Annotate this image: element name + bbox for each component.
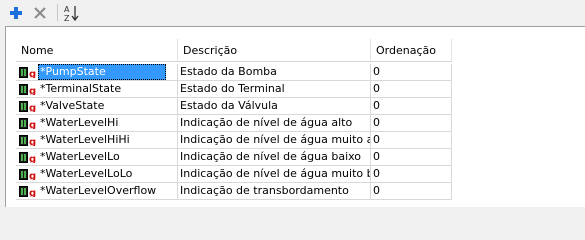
tag-description: Indicação de nível de água alto bbox=[180, 116, 353, 129]
order-cell[interactable]: 0 bbox=[371, 81, 452, 98]
order-cell[interactable]: 0 bbox=[371, 115, 452, 132]
tag-icon: g bbox=[19, 169, 36, 180]
sort-button[interactable]: A Z bbox=[62, 3, 82, 23]
table-row[interactable]: g *ValveState Estado da Válvula 0 bbox=[16, 98, 452, 115]
svg-text:g: g bbox=[29, 137, 36, 146]
sort-az-icon: A Z bbox=[64, 5, 79, 22]
tag-name: *WaterLevelLoLo bbox=[40, 167, 133, 180]
tag-order: 0 bbox=[373, 167, 380, 180]
column-header-order[interactable]: Ordenação bbox=[371, 39, 452, 62]
tag-icon: g bbox=[19, 67, 36, 78]
tag-order: 0 bbox=[373, 133, 380, 146]
tag-name: *WaterLevelHi bbox=[40, 116, 119, 129]
tag-icon: g bbox=[19, 152, 36, 163]
description-cell[interactable]: Indicação de nível de água baixo bbox=[178, 149, 371, 166]
description-cell[interactable]: Indicação de transbordamento bbox=[178, 183, 371, 200]
description-cell[interactable]: Estado da Bomba bbox=[178, 64, 371, 81]
table-row[interactable]: g *WaterLevelHi Indicação de nível de água… bbox=[16, 115, 452, 132]
add-button[interactable] bbox=[6, 3, 26, 23]
svg-text:g: g bbox=[29, 120, 36, 129]
tag-description: Indicação de nível de água muito baixo bbox=[180, 167, 370, 180]
order-cell[interactable]: 0 bbox=[371, 183, 452, 200]
tag-order: 0 bbox=[373, 99, 380, 112]
name-cell[interactable]: g *WaterLevelLoLo bbox=[16, 166, 178, 183]
grid-header: Nome Descrição Ordenação bbox=[16, 39, 452, 63]
tag-description: Indicação de nível de água muito alto bbox=[180, 133, 371, 146]
name-cell[interactable]: g *WaterLevelLo bbox=[16, 149, 178, 166]
tag-order: 0 bbox=[373, 184, 380, 197]
name-cell[interactable]: g *WaterLevelHiHi bbox=[16, 132, 178, 149]
tag-order: 0 bbox=[373, 116, 380, 129]
description-cell[interactable]: Estado da Válvula bbox=[178, 98, 371, 115]
order-cell[interactable]: 0 bbox=[371, 149, 452, 166]
x-icon bbox=[34, 7, 46, 19]
order-cell[interactable]: 0 bbox=[371, 132, 452, 149]
table-row[interactable]: g *PumpState Estado da Bomba 0 bbox=[16, 64, 452, 81]
tag-name: *WaterLevelHiHi bbox=[40, 133, 130, 146]
description-cell[interactable]: Indicação de nível de água alto bbox=[178, 115, 371, 132]
tag-name: *PumpState bbox=[38, 64, 166, 80]
remove-button[interactable] bbox=[30, 3, 50, 23]
tag-icon: g bbox=[19, 186, 36, 197]
table-row[interactable]: g *WaterLevelHiHi Indicação de nível de ág… bbox=[16, 132, 452, 149]
tag-order: 0 bbox=[373, 150, 380, 163]
svg-text:A: A bbox=[64, 5, 70, 14]
description-cell[interactable]: Indicação de nível de água muito baixo bbox=[178, 166, 371, 183]
svg-text:g: g bbox=[29, 69, 36, 78]
tag-description: Estado do Terminal bbox=[180, 82, 285, 95]
svg-text:g: g bbox=[29, 188, 36, 197]
description-cell[interactable]: Estado do Terminal bbox=[178, 81, 371, 98]
tag-name: *WaterLevelLo bbox=[40, 150, 120, 163]
column-header-name[interactable]: Nome bbox=[16, 39, 178, 62]
order-cell[interactable]: 0 bbox=[371, 166, 452, 183]
tag-order: 0 bbox=[373, 65, 380, 78]
table-row[interactable]: g *WaterLevelLo Indicação de nível de água… bbox=[16, 149, 452, 166]
table-row[interactable]: g *WaterLevelLoLo Indicação de nível de ág… bbox=[16, 166, 452, 183]
table-row[interactable]: g *WaterLevelOverflow Indicação de transbo… bbox=[16, 183, 452, 200]
svg-text:g: g bbox=[29, 86, 36, 95]
tag-name: *ValveState bbox=[40, 99, 105, 112]
tag-icon: g bbox=[19, 84, 36, 95]
name-cell[interactable]: g *WaterLevelHi bbox=[16, 115, 178, 132]
tag-description: Indicação de transbordamento bbox=[180, 184, 349, 197]
toolbar: A Z bbox=[0, 0, 585, 26]
tag-description: Estado da Bomba bbox=[180, 65, 277, 78]
order-cell[interactable]: 0 bbox=[371, 98, 452, 115]
svg-text:g: g bbox=[29, 171, 36, 180]
tag-icon: g bbox=[19, 118, 36, 129]
svg-text:Z: Z bbox=[64, 14, 70, 22]
tag-icon: g bbox=[19, 101, 36, 112]
tag-name: *WaterLevelOverflow bbox=[40, 184, 157, 197]
order-cell[interactable]: 0 bbox=[371, 64, 452, 81]
name-cell[interactable]: g *ValveState bbox=[16, 98, 178, 115]
tag-description: Indicação de nível de água baixo bbox=[180, 150, 362, 163]
name-cell[interactable]: g *WaterLevelOverflow bbox=[16, 183, 178, 200]
tag-icon: g bbox=[19, 135, 36, 146]
svg-text:g: g bbox=[29, 103, 36, 112]
tag-order: 0 bbox=[373, 82, 380, 95]
toolbar-separator bbox=[57, 4, 58, 21]
tag-description: Estado da Válvula bbox=[180, 99, 278, 112]
table-row[interactable]: g *TerminalState Estado do Terminal 0 bbox=[16, 81, 452, 98]
description-cell[interactable]: Indicação de nível de água muito alto bbox=[178, 132, 371, 149]
column-header-description[interactable]: Descrição bbox=[178, 39, 371, 62]
name-cell[interactable]: g *PumpState bbox=[16, 64, 178, 81]
tag-name: *TerminalState bbox=[40, 82, 122, 95]
name-cell[interactable]: g *TerminalState bbox=[16, 81, 178, 98]
svg-text:g: g bbox=[29, 154, 36, 163]
plus-icon bbox=[10, 7, 22, 19]
